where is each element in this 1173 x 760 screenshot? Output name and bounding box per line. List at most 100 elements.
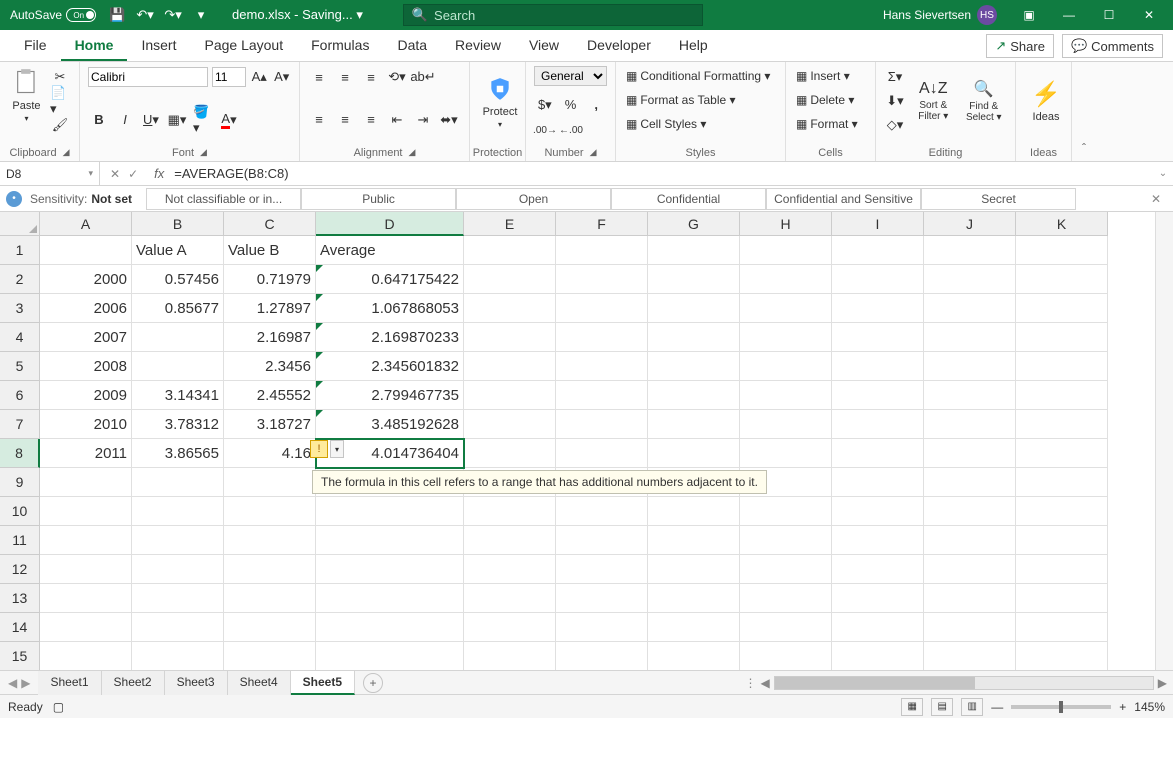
fill-color-icon[interactable]: 🪣▾ (192, 109, 214, 131)
zoom-in-icon[interactable]: + (1119, 700, 1126, 714)
cell-empty[interactable] (832, 526, 924, 555)
font-size-input[interactable] (212, 67, 246, 87)
increase-decimal-icon[interactable]: .00→ (534, 119, 556, 141)
cell-A5[interactable]: 2008 (40, 352, 132, 381)
tab-developer[interactable]: Developer (573, 31, 665, 61)
clear-icon[interactable]: ◇▾ (884, 114, 906, 136)
cell-empty[interactable] (832, 265, 924, 294)
cell-empty[interactable] (924, 410, 1016, 439)
cell-empty[interactable] (464, 497, 556, 526)
cell-D7[interactable]: 3.485192628 (316, 410, 464, 439)
increase-font-icon[interactable]: A▴ (250, 66, 269, 88)
cell-empty[interactable] (832, 468, 924, 497)
column-header[interactable]: E (464, 212, 556, 236)
cell-empty[interactable] (556, 555, 648, 584)
sheet-nav-next-icon[interactable]: ▶ (21, 676, 30, 690)
cell-empty[interactable] (740, 294, 832, 323)
cell-A2[interactable]: 2000 (40, 265, 132, 294)
cell-empty[interactable] (556, 265, 648, 294)
cell-empty[interactable] (132, 613, 224, 642)
tab-formulas[interactable]: Formulas (297, 31, 383, 61)
error-dropdown-icon[interactable]: ▾ (330, 440, 344, 458)
fx-icon[interactable]: fx (148, 166, 170, 181)
cell-empty[interactable] (464, 323, 556, 352)
cell-C8[interactable]: 4.16 (224, 439, 316, 468)
ribbon-display-icon[interactable]: ▣ (1009, 0, 1049, 30)
cell-empty[interactable] (740, 497, 832, 526)
cell-empty[interactable] (648, 352, 740, 381)
cell-empty[interactable] (740, 439, 832, 468)
cell-empty[interactable] (316, 555, 464, 584)
cell-empty[interactable] (132, 352, 224, 381)
undo-icon[interactable]: ↶▾ (134, 4, 156, 26)
save-icon[interactable]: 💾 (106, 4, 128, 26)
cell-empty[interactable] (224, 584, 316, 613)
border-icon[interactable]: ▦▾ (166, 109, 188, 131)
cell-empty[interactable] (40, 642, 132, 670)
row-header[interactable]: 1 (0, 236, 40, 265)
cell-B8[interactable]: 3.86565 (132, 439, 224, 468)
cell-D2[interactable]: 0.647175422 (316, 265, 464, 294)
column-header[interactable]: C (224, 212, 316, 236)
cell-empty[interactable] (832, 584, 924, 613)
format-cells-button[interactable]: ▦ Format ▾ (794, 114, 867, 134)
cell-empty[interactable] (224, 555, 316, 584)
cell-B1[interactable]: Value A (132, 236, 224, 265)
cell-empty[interactable] (40, 236, 132, 265)
align-bottom-icon[interactable]: ≡ (360, 66, 382, 88)
cell-empty[interactable] (1016, 613, 1108, 642)
cell-empty[interactable] (924, 265, 1016, 294)
cell-C4[interactable]: 2.16987 (224, 323, 316, 352)
column-header[interactable]: G (648, 212, 740, 236)
column-header[interactable]: A (40, 212, 132, 236)
tab-data[interactable]: Data (383, 31, 441, 61)
cell-empty[interactable] (648, 323, 740, 352)
tab-review[interactable]: Review (441, 31, 515, 61)
tab-page-layout[interactable]: Page Layout (190, 31, 297, 61)
cell-empty[interactable] (40, 468, 132, 497)
tab-file[interactable]: File (10, 31, 61, 61)
row-header[interactable]: 5 (0, 352, 40, 381)
sensitivity-option[interactable]: Confidential and Sensitive (766, 188, 921, 210)
page-break-view-icon[interactable]: ▥ (961, 698, 983, 716)
cell-empty[interactable] (832, 381, 924, 410)
cell-empty[interactable] (1016, 555, 1108, 584)
cell-B2[interactable]: 0.57456 (132, 265, 224, 294)
user-account[interactable]: Hans Sievertsen HS (883, 5, 997, 25)
cell-empty[interactable] (224, 526, 316, 555)
cell-empty[interactable] (648, 555, 740, 584)
cell-empty[interactable] (740, 265, 832, 294)
cell-empty[interactable] (924, 236, 1016, 265)
cell-empty[interactable] (648, 439, 740, 468)
align-center-icon[interactable]: ≡ (334, 109, 356, 131)
cell-C5[interactable]: 2.3456 (224, 352, 316, 381)
cell-empty[interactable] (1016, 236, 1108, 265)
cell-D1[interactable]: Average (316, 236, 464, 265)
row-header[interactable]: 8 (0, 439, 40, 468)
comma-icon[interactable]: , (585, 94, 607, 116)
cell-empty[interactable] (224, 613, 316, 642)
cell-empty[interactable] (648, 613, 740, 642)
cell-empty[interactable] (132, 555, 224, 584)
sheet-tab-sheet3[interactable]: Sheet3 (165, 671, 228, 695)
align-right-icon[interactable]: ≡ (360, 109, 382, 131)
cell-empty[interactable] (316, 642, 464, 670)
cell-empty[interactable] (648, 381, 740, 410)
cell-empty[interactable] (924, 642, 1016, 670)
number-format-select[interactable]: General (534, 66, 607, 86)
cell-empty[interactable] (924, 323, 1016, 352)
cell-empty[interactable] (648, 584, 740, 613)
ideas-button[interactable]: ⚡ Ideas (1024, 66, 1068, 136)
sheet-tab-sheet5[interactable]: Sheet5 (291, 671, 355, 695)
worksheet-grid[interactable]: ABCDEFGHIJK 123456789101112131415 Value … (0, 212, 1173, 670)
cell-empty[interactable] (132, 584, 224, 613)
zoom-slider[interactable] (1011, 705, 1111, 709)
share-button[interactable]: ↗Share (986, 34, 1054, 58)
column-header[interactable]: K (1016, 212, 1108, 236)
sensitivity-option[interactable]: Open (456, 188, 611, 210)
cell-empty[interactable] (832, 555, 924, 584)
cell-empty[interactable] (924, 584, 1016, 613)
underline-icon[interactable]: U▾ (140, 109, 162, 131)
row-header[interactable]: 11 (0, 526, 40, 555)
cell-empty[interactable] (464, 410, 556, 439)
